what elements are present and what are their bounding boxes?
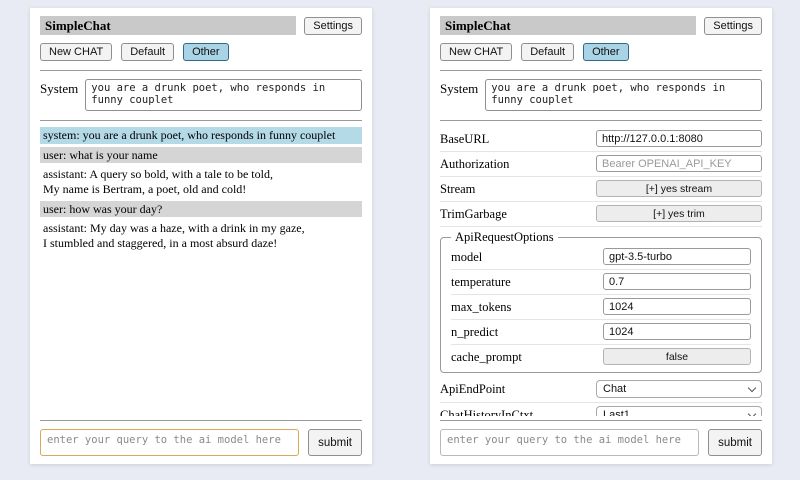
session-tab-other[interactable]: Other <box>183 43 229 61</box>
n-predict-label: n_predict <box>451 324 498 340</box>
setting-row-authorization: Authorization <box>440 152 762 177</box>
temperature-label: temperature <box>451 274 511 290</box>
authorization-label: Authorization <box>440 156 509 172</box>
app-title: SimpleChat <box>440 16 696 35</box>
baseurl-label: BaseURL <box>440 131 489 147</box>
cache-prompt-label: cache_prompt <box>451 349 522 365</box>
setting-row-n-predict: n_predict <box>451 320 751 345</box>
chat-history-select[interactable]: Last1 <box>596 406 762 416</box>
app-title: SimpleChat <box>40 16 296 35</box>
setting-row-temperature: temperature <box>451 270 751 295</box>
session-tab-other[interactable]: Other <box>583 43 629 61</box>
setting-row-chat-history: ChatHistoryInCtxt Last1 <box>440 403 762 416</box>
session-tab-default[interactable]: Default <box>121 43 174 61</box>
divider <box>40 420 362 421</box>
title-row: SimpleChat Settings <box>40 16 362 35</box>
setting-row-api-endpoint: ApiEndPoint Chat <box>440 377 762 403</box>
stream-label: Stream <box>440 181 475 197</box>
setting-row-trimgarbage: TrimGarbage [+] yes trim <box>440 202 762 227</box>
max-tokens-input[interactable] <box>603 298 751 315</box>
setting-row-model: model <box>451 245 751 270</box>
divider <box>40 120 362 121</box>
divider <box>440 420 762 421</box>
system-prompt-row: System you are a drunk poet, who respond… <box>440 79 762 111</box>
model-input[interactable] <box>603 248 751 265</box>
new-chat-button[interactable]: New CHAT <box>440 43 512 61</box>
chat-history-label: ChatHistoryInCtxt <box>440 407 533 416</box>
api-endpoint-select[interactable]: Chat <box>596 380 762 398</box>
session-tabs: New CHAT Default Other <box>440 43 762 61</box>
chat-history-selected-value: Last1 <box>603 409 630 416</box>
settings-button[interactable]: Settings <box>704 17 762 35</box>
session-tab-default[interactable]: Default <box>521 43 574 61</box>
trimgarbage-toggle-button[interactable]: [+] yes trim <box>596 205 762 222</box>
settings-list: BaseURL Authorization Stream [+] yes str… <box>440 127 762 416</box>
title-row: SimpleChat Settings <box>440 16 762 35</box>
query-input[interactable] <box>440 429 699 456</box>
settings-panel: SimpleChat Settings New CHAT Default Oth… <box>430 8 772 464</box>
query-input[interactable] <box>40 429 299 456</box>
system-prompt-input[interactable]: you are a drunk poet, who responds in fu… <box>485 79 762 111</box>
chat-message-assistant: assistant: My day was a haze, with a dri… <box>40 220 362 251</box>
api-request-options-legend: ApiRequestOptions <box>451 230 558 245</box>
temperature-input[interactable] <box>603 273 751 290</box>
api-endpoint-selected-value: Chat <box>603 383 626 395</box>
api-endpoint-label: ApiEndPoint <box>440 381 505 397</box>
setting-row-cache-prompt: cache_prompt false <box>451 345 751 369</box>
query-row: submit <box>40 429 362 456</box>
submit-button[interactable]: submit <box>708 429 762 456</box>
max-tokens-label: max_tokens <box>451 299 511 315</box>
new-chat-button[interactable]: New CHAT <box>40 43 112 61</box>
chat-panel: SimpleChat Settings New CHAT Default Oth… <box>30 8 372 464</box>
model-label: model <box>451 249 482 265</box>
trimgarbage-label: TrimGarbage <box>440 206 507 222</box>
chevron-down-icon <box>748 383 756 391</box>
n-predict-input[interactable] <box>603 323 751 340</box>
system-prompt-input[interactable]: you are a drunk poet, who responds in fu… <box>85 79 362 111</box>
system-label: System <box>40 79 78 111</box>
chevron-down-icon <box>748 409 756 416</box>
setting-row-stream: Stream [+] yes stream <box>440 177 762 202</box>
cache-prompt-toggle-button[interactable]: false <box>603 348 751 365</box>
stream-toggle-button[interactable]: [+] yes stream <box>596 180 762 197</box>
chat-message-user: user: what is your name <box>40 147 362 164</box>
baseurl-input[interactable] <box>596 130 762 147</box>
chat-message-user: user: how was your day? <box>40 201 362 218</box>
setting-row-baseurl: BaseURL <box>440 127 762 152</box>
query-row: submit <box>440 429 762 456</box>
chat-message-assistant: assistant: A query so bold, with a tale … <box>40 166 362 197</box>
settings-button[interactable]: Settings <box>304 17 362 35</box>
api-request-options-group: ApiRequestOptions model temperature max_… <box>440 230 762 373</box>
chat-message-system: system: you are a drunk poet, who respon… <box>40 127 362 144</box>
authorization-input[interactable] <box>596 155 762 172</box>
setting-row-max-tokens: max_tokens <box>451 295 751 320</box>
system-prompt-row: System you are a drunk poet, who respond… <box>40 79 362 111</box>
system-label: System <box>440 79 478 111</box>
submit-button[interactable]: submit <box>308 429 362 456</box>
divider <box>440 70 762 71</box>
chat-messages: system: you are a drunk poet, who respon… <box>40 127 362 416</box>
divider <box>40 70 362 71</box>
session-tabs: New CHAT Default Other <box>40 43 362 61</box>
divider <box>440 120 762 121</box>
